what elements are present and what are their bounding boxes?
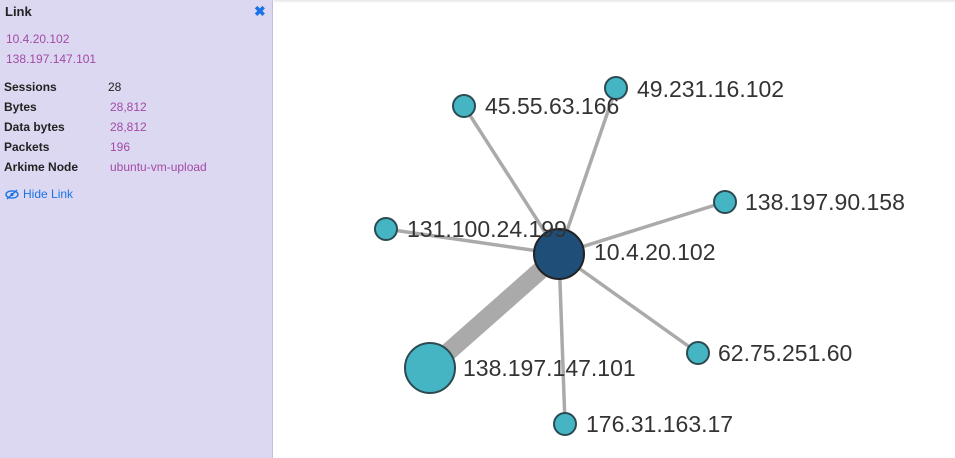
hide-link-label: Hide Link: [23, 187, 74, 201]
node-138-197-90-158[interactable]: [713, 190, 737, 214]
source-ip[interactable]: 10.4.20.102: [6, 32, 69, 46]
node-label[interactable]: 45.55.63.166: [485, 93, 619, 119]
node-label[interactable]: 131.100.24.199: [407, 216, 567, 242]
bytes-value[interactable]: 28,812: [110, 100, 147, 114]
data-bytes-label: Data bytes: [4, 120, 65, 134]
arkime-node-value[interactable]: ubuntu-vm-upload: [110, 160, 207, 174]
node-label[interactable]: 49.231.16.102: [637, 76, 784, 102]
graph-labels: 45.55.63.166 49.231.16.102 138.197.90.15…: [407, 76, 905, 437]
destination-ip[interactable]: 138.197.147.101: [6, 52, 96, 66]
node-45-55-63-166[interactable]: [452, 94, 476, 118]
node-label[interactable]: 138.197.147.101: [463, 355, 636, 381]
node-label[interactable]: 10.4.20.102: [594, 239, 716, 265]
data-bytes-value[interactable]: 28,812: [110, 120, 147, 134]
node-62-75-251-60[interactable]: [686, 341, 710, 365]
close-icon[interactable]: ✖: [254, 3, 266, 19]
sessions-value: 28: [108, 80, 122, 94]
panel-title: Link: [5, 4, 32, 19]
hide-link-button[interactable]: Hide Link: [5, 187, 73, 201]
node-label[interactable]: 138.197.90.158: [745, 189, 905, 215]
sessions-label: Sessions: [4, 80, 57, 94]
bytes-label: Bytes: [4, 100, 37, 114]
packets-label: Packets: [4, 140, 50, 154]
arkime-node-label: Arkime Node: [4, 160, 79, 174]
node-131-100-24-199[interactable]: [374, 217, 398, 241]
node-138-197-147-101[interactable]: [404, 342, 456, 394]
eye-slash-icon: [5, 187, 23, 201]
node-label[interactable]: 62.75.251.60: [718, 340, 852, 366]
connection-graph[interactable]: 45.55.63.166 49.231.16.102 138.197.90.15…: [274, 0, 955, 458]
link-details-panel: Link ✖ 10.4.20.102 138.197.147.101 Sessi…: [0, 0, 273, 458]
node-label[interactable]: 176.31.163.17: [586, 411, 733, 437]
node-176-31-163-17[interactable]: [553, 412, 577, 436]
packets-value[interactable]: 196: [110, 140, 130, 154]
